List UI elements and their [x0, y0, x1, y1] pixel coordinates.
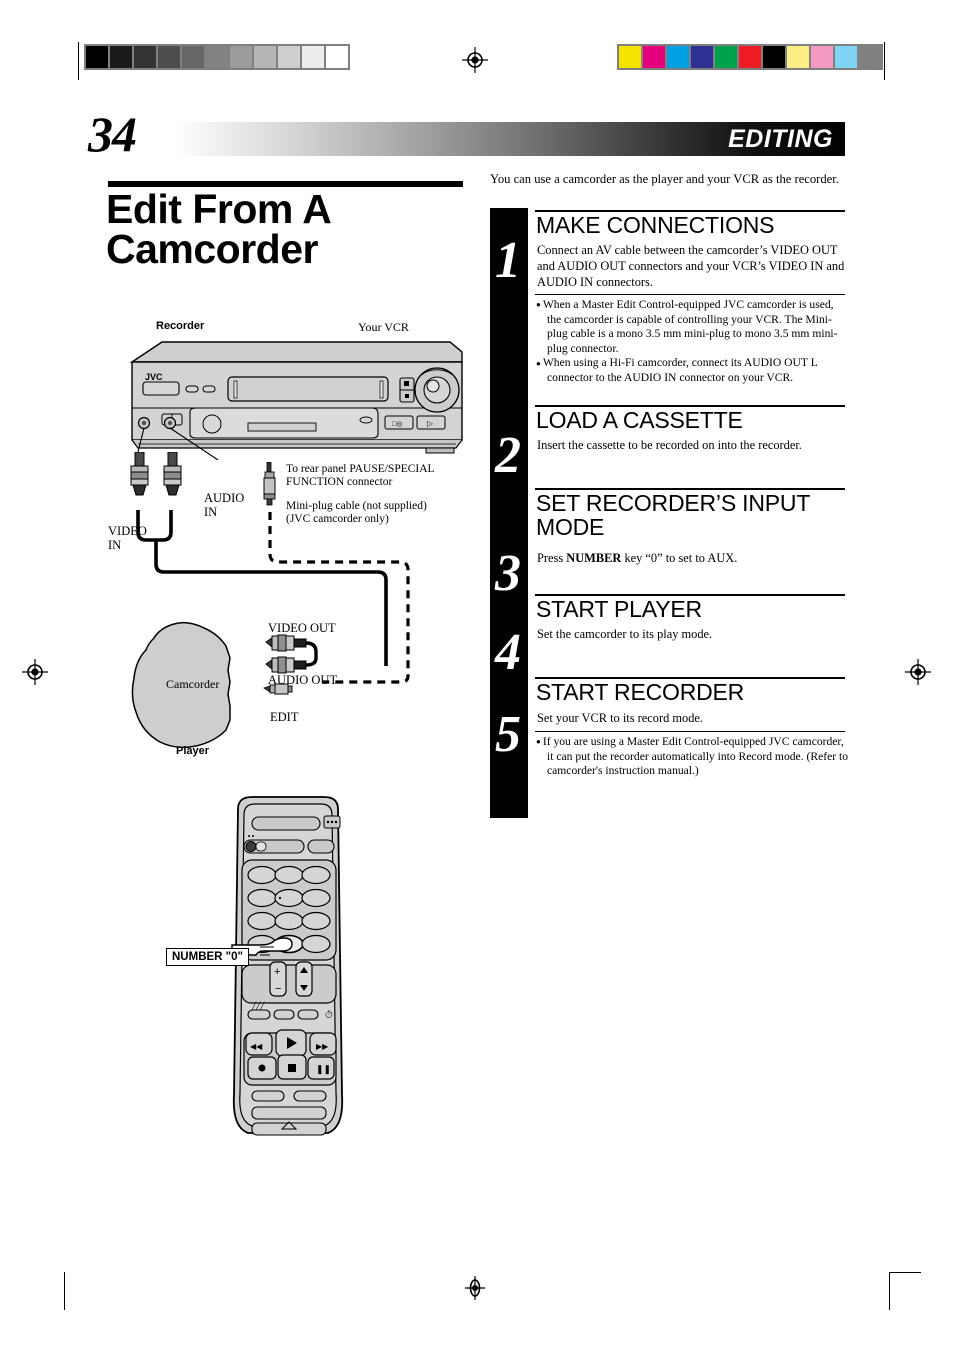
color-swatch-strip	[617, 44, 883, 70]
color-swatch-5	[739, 46, 761, 68]
player-label: Player	[176, 745, 210, 757]
step-3-body-prefix: Press	[537, 551, 567, 565]
svg-text:▶▶: ▶▶	[316, 1042, 329, 1051]
intro-text: You can use a camcorder as the player an…	[490, 172, 839, 186]
grayscale-swatch-9	[302, 46, 324, 68]
grayscale-swatch-5	[206, 46, 228, 68]
step-2-number: 2	[495, 427, 521, 484]
step-3-number: 3	[495, 545, 521, 602]
svg-text:−: −	[275, 983, 281, 995]
step-3-body-keyword: NUMBER	[566, 551, 622, 565]
svg-text:❚❚: ❚❚	[316, 1064, 331, 1075]
callout-number-zero-label: NUMBER "0"	[172, 951, 243, 963]
step-1-body: Connect an AV cable between the camcorde…	[537, 243, 845, 289]
grayscale-swatch-2	[134, 46, 156, 68]
step-4-number: 4	[495, 624, 521, 681]
color-swatch-3	[691, 46, 713, 68]
remote-control-illustration: + − ╱╱╱ ⏱ ◀◀ ▶▶ ❚❚	[231, 796, 344, 1136]
step-5-bullet-1: If you are using a Master Edit Control-e…	[536, 735, 850, 779]
step-1-bullets: When a Master Edit Control-equipped JVC …	[536, 298, 850, 386]
grayscale-swatch-3	[158, 46, 180, 68]
registration-mark-right-middle	[905, 659, 931, 685]
step-2-body: Insert the cassette to be recorded on in…	[537, 438, 802, 452]
color-swatch-4	[715, 46, 737, 68]
step-5-heading: START RECORDER	[536, 679, 745, 705]
edit-label: EDIT	[270, 710, 299, 724]
grayscale-swatch-4	[182, 46, 204, 68]
vcr-recorder-illustration: JVC □◎ ▷	[129, 341, 463, 460]
step-5-subrule	[535, 731, 845, 732]
step-4-body: Set the camcorder to its play mode.	[537, 627, 713, 641]
svg-text:JVC: JVC	[145, 372, 163, 382]
color-swatch-10	[859, 46, 881, 68]
grayscale-swatch-6	[230, 46, 252, 68]
section-banner: EDITING	[160, 122, 845, 156]
grayscale-swatch-1	[110, 46, 132, 68]
registration-mark-top-center	[462, 47, 488, 73]
step-1-bullet-1: When a Master Edit Control-equipped JVC …	[536, 298, 850, 356]
color-swatch-1	[643, 46, 665, 68]
color-swatch-9	[835, 46, 857, 68]
crop-line-top-left	[78, 42, 79, 80]
step-3-body-suffix: key “0” to set to AUX.	[621, 551, 738, 565]
step-3-body: Press NUMBER key “0” to set to AUX.	[537, 551, 849, 567]
svg-text:⏱: ⏱	[325, 1010, 333, 1021]
crop-line-bottom-left	[64, 1272, 65, 1310]
color-swatch-6	[763, 46, 785, 68]
crop-line-bottom-right-horizontal	[889, 1272, 921, 1273]
registration-mark-bottom-center	[465, 1276, 485, 1300]
grayscale-swatch-8	[278, 46, 300, 68]
color-swatch-8	[811, 46, 833, 68]
camcorder-output-plugs	[263, 634, 318, 695]
step-5-body: Set your VCR to its record mode.	[537, 711, 703, 725]
step-4-heading: START PLAYER	[536, 596, 702, 622]
step-5-number: 5	[495, 706, 521, 763]
grayscale-swatch-7	[254, 46, 276, 68]
crop-line-top-right	[884, 42, 885, 80]
video-out-label: VIDEO OUT	[268, 621, 336, 635]
registration-mark-left-middle	[22, 659, 48, 685]
step-1-bullet-2: When using a Hi-Fi camcorder, connect it…	[536, 356, 850, 385]
step-1-subrule	[535, 294, 845, 295]
page-number: 34	[88, 106, 137, 162]
callout-number-zero: NUMBER "0"	[166, 948, 249, 966]
step-1-number: 1	[495, 232, 521, 289]
svg-text:╱╱╱: ╱╱╱	[251, 1001, 265, 1010]
grayscale-swatch-strip	[84, 44, 350, 70]
step-2-heading: LOAD A CASSETTE	[536, 407, 743, 433]
svg-text:▷: ▷	[427, 419, 434, 428]
page-title: Edit From A Camcorder	[106, 186, 330, 272]
color-swatch-0	[619, 46, 641, 68]
step-3-heading: SET RECORDER’S INPUT MODE	[536, 490, 810, 541]
color-swatch-7	[787, 46, 809, 68]
section-banner-label: EDITING	[728, 124, 833, 153]
grayscale-swatch-10	[326, 46, 348, 68]
color-swatch-2	[667, 46, 689, 68]
svg-text:+: +	[274, 966, 280, 978]
svg-text:□◎: □◎	[392, 421, 402, 428]
svg-text:Camcorder: Camcorder	[166, 677, 219, 691]
step-1-heading: MAKE CONNECTIONS	[536, 212, 775, 238]
step-5-bullets: If you are using a Master Edit Control-e…	[536, 735, 850, 779]
grayscale-swatch-0	[86, 46, 108, 68]
svg-text:◀◀: ◀◀	[250, 1042, 263, 1051]
crop-line-bottom-right	[889, 1272, 890, 1310]
audio-out-label: AUDIO OUT	[268, 673, 338, 687]
